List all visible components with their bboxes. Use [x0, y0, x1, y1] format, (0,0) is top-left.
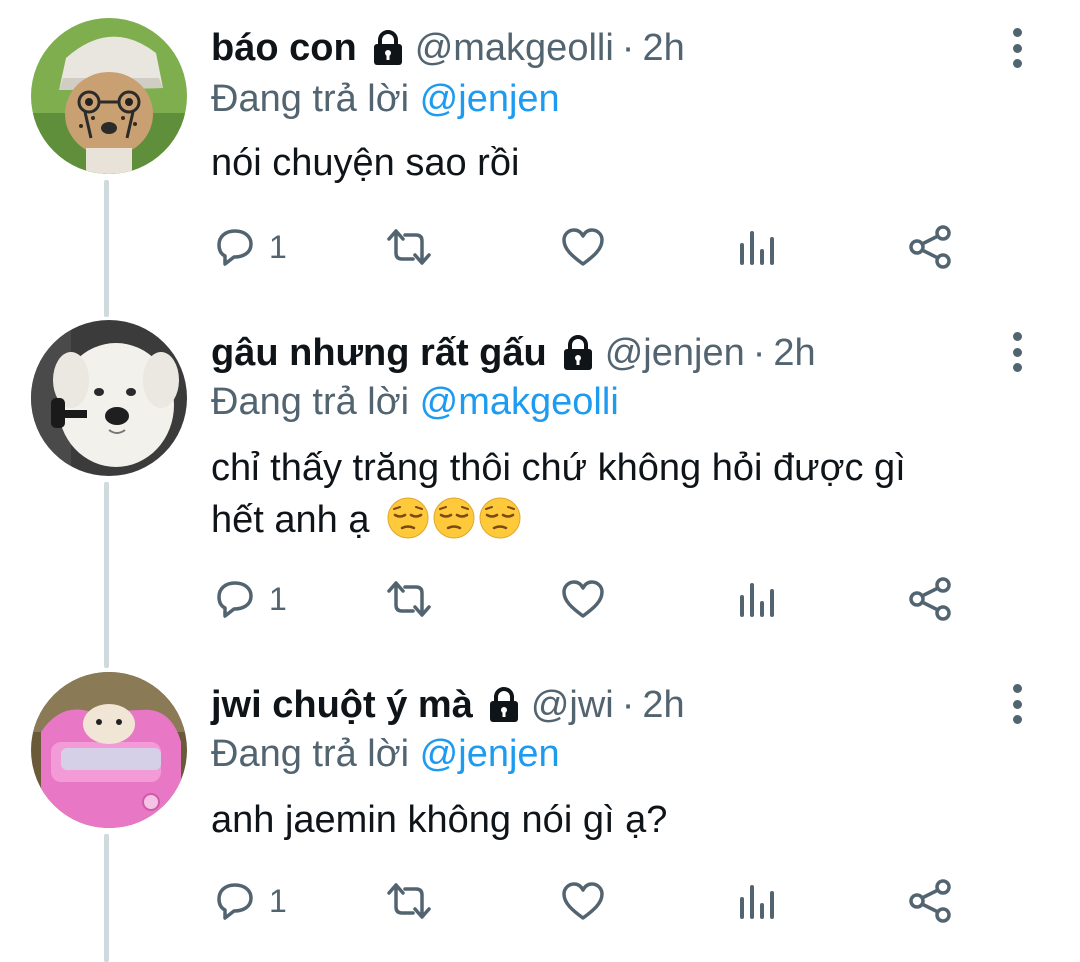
- hamster-in-pink-car-avatar-icon: [31, 672, 187, 828]
- analytics-icon: [740, 583, 774, 617]
- timestamp[interactable]: 2h: [642, 682, 684, 728]
- like-button[interactable]: [559, 223, 607, 271]
- replying-mention[interactable]: @jenjen: [420, 733, 560, 775]
- reply-icon: [217, 229, 253, 266]
- action-bar: 1: [211, 223, 971, 271]
- display-name[interactable]: gâu nhưng rất gấu: [211, 330, 547, 376]
- avatar[interactable]: [31, 672, 187, 828]
- replying-mention[interactable]: @jenjen: [420, 78, 560, 120]
- retweet-icon: [387, 229, 431, 265]
- analytics-button[interactable]: [733, 575, 781, 623]
- reply-button[interactable]: 1: [211, 223, 287, 271]
- pensive-face-icon: [478, 496, 522, 540]
- share-icon: [909, 225, 951, 269]
- thread-line: [104, 834, 109, 962]
- analytics-icon: [740, 231, 774, 265]
- analytics-button[interactable]: [733, 223, 781, 271]
- more-options-icon[interactable]: [1000, 28, 1034, 68]
- tweet-text-line: chỉ thấy trăng thôi chứ không hỏi được g…: [211, 447, 906, 489]
- heart-icon: [562, 882, 604, 920]
- retweet-button[interactable]: [385, 877, 433, 925]
- analytics-button[interactable]: [733, 877, 781, 925]
- reply-icon: [217, 883, 253, 920]
- tweet-text-line: anh jaemin không nói gì ạ?: [211, 799, 668, 841]
- action-bar: 1: [211, 575, 971, 623]
- tweet-text-fragment: hết anh ạ: [211, 499, 370, 541]
- user-handle[interactable]: @jenjen: [605, 330, 745, 376]
- separator-dot: ·: [621, 27, 635, 69]
- share-button[interactable]: [907, 575, 955, 623]
- avatar[interactable]: [31, 18, 187, 174]
- replying-to: Đang trả lời @jenjen: [211, 76, 560, 122]
- more-options-icon[interactable]: [1000, 332, 1034, 372]
- user-handle[interactable]: @makgeolli: [415, 25, 614, 71]
- timestamp[interactable]: 2h: [642, 25, 684, 71]
- lock-icon: [485, 686, 523, 724]
- cheetah-avatar-icon: [31, 18, 187, 174]
- replying-mention[interactable]: @makgeolli: [420, 381, 619, 423]
- tweet-header: báo con @makgeolli · 2h: [211, 25, 685, 71]
- replying-to: Đang trả lời @jenjen: [211, 731, 560, 777]
- pensive-face-icon: [432, 496, 476, 540]
- heart-icon: [562, 580, 604, 618]
- analytics-icon: [740, 885, 774, 919]
- reply-icon: [217, 581, 253, 618]
- more-options-icon[interactable]: [1000, 684, 1034, 724]
- retweet-button[interactable]: [385, 223, 433, 271]
- share-button[interactable]: [907, 877, 955, 925]
- separator-dot: ·: [752, 332, 766, 374]
- lock-icon: [369, 29, 407, 67]
- avatar[interactable]: [31, 320, 187, 476]
- share-button[interactable]: [907, 223, 955, 271]
- like-button[interactable]: [559, 877, 607, 925]
- thread-line: [104, 180, 109, 317]
- white-dog-avatar-icon: [31, 320, 187, 476]
- reply-button[interactable]: 1: [211, 575, 287, 623]
- timestamp[interactable]: 2h: [773, 330, 815, 376]
- tweet-text: anh jaemin không nói gì ạ?: [211, 794, 1011, 846]
- tweet-text: nói chuyện sao rồi: [211, 137, 1011, 189]
- retweet-button[interactable]: [385, 575, 433, 623]
- like-button[interactable]: [559, 575, 607, 623]
- tweet-header: jwi chuột ý mà @jwi · 2h: [211, 682, 685, 728]
- thread-line: [104, 482, 109, 668]
- reply-count: 1: [269, 228, 287, 265]
- action-bar: 1: [211, 877, 971, 925]
- reply-count: 1: [269, 882, 287, 919]
- replying-prefix: Đang trả lời: [211, 381, 410, 423]
- heart-icon: [562, 228, 604, 266]
- reply-button[interactable]: 1: [211, 877, 287, 925]
- pensive-face-icon: [386, 496, 430, 540]
- reply-count: 1: [269, 580, 287, 617]
- tweet-header: gâu nhưng rất gấu @jenjen · 2h: [211, 330, 816, 376]
- user-handle[interactable]: @jwi: [531, 682, 614, 728]
- tweet-text-line: hết anh ạ: [211, 494, 1011, 546]
- tweet-text: chỉ thấy trăng thôi chứ không hỏi được g…: [211, 442, 1011, 546]
- display-name[interactable]: báo con: [211, 25, 357, 71]
- share-icon: [909, 879, 951, 923]
- tweet-text-line: nói chuyện sao rồi: [211, 142, 520, 184]
- replying-prefix: Đang trả lời: [211, 733, 410, 775]
- lock-icon: [559, 334, 597, 372]
- retweet-icon: [387, 581, 431, 617]
- share-icon: [909, 577, 951, 621]
- replying-to: Đang trả lời @makgeolli: [211, 379, 619, 425]
- replying-prefix: Đang trả lời: [211, 78, 410, 120]
- display-name[interactable]: jwi chuột ý mà: [211, 682, 473, 728]
- retweet-icon: [387, 883, 431, 919]
- separator-dot: ·: [621, 684, 635, 726]
